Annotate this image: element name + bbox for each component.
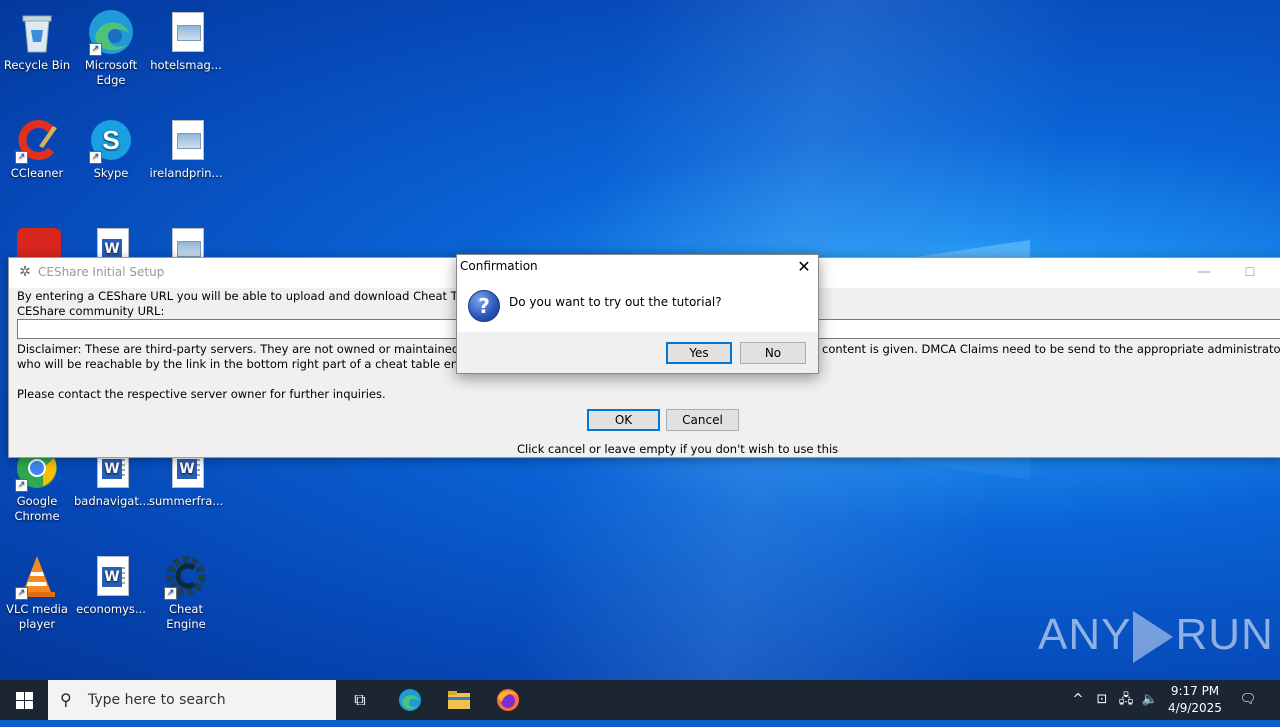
url-label: CEShare community URL: — [17, 304, 165, 318]
desktop-icon-label: CCleaner — [10, 166, 64, 180]
start-button[interactable] — [0, 680, 48, 720]
volume-icon[interactable]: 🔈 — [1140, 680, 1160, 720]
cheat-engine-icon: ✲ — [19, 264, 31, 280]
recycle-bin-icon — [13, 8, 61, 56]
image-file-icon — [162, 116, 210, 164]
edge-taskbar-icon[interactable] — [386, 680, 434, 720]
ok-button[interactable]: OK — [587, 409, 660, 431]
desktop-icon-label: Google Chrome — [14, 494, 60, 523]
shortcut-arrow-icon: ↗ — [15, 587, 28, 600]
taskbar-clock[interactable]: 9:17 PM 4/9/2025 — [1160, 683, 1230, 717]
show-hidden-icons-chevron-icon[interactable]: ^ — [1068, 680, 1088, 720]
question-icon: ? — [468, 290, 500, 322]
confirmation-dialog: Confirmation ✕ ? Do you want to try out … — [456, 254, 819, 374]
windows-logo-pane — [16, 701, 24, 709]
task-view-icon[interactable]: ⧉ — [336, 680, 384, 720]
vlc-icon: ↗ — [13, 552, 61, 600]
edge-icon: ↗ — [87, 8, 135, 56]
watermark-left: ANY — [1038, 610, 1132, 659]
ccleaner-icon: ↗ — [13, 116, 61, 164]
disclaimer-text-line2: who will be reachable by the link in the… — [17, 357, 475, 371]
contact-text: Please contact the respective server own… — [17, 387, 386, 401]
minimize-button[interactable]: — — [1189, 258, 1219, 286]
footer-text: Click cancel or leave empty if you don't… — [517, 442, 839, 456]
search-icon: ⚲ — [60, 690, 72, 709]
notification-center-icon[interactable]: 🗨 — [1234, 680, 1262, 720]
desktop-icon-label: hotelsmag... — [150, 58, 222, 72]
word-doc-icon: W — [87, 552, 135, 600]
dialog-content-area: Confirmation ✕ ? Do you want to try out … — [457, 255, 818, 332]
intro-text: By entering a CEShare URL you will be ab… — [17, 289, 506, 303]
firefox-icon[interactable] — [484, 680, 532, 720]
disclaimer-text-right: content is given. DMCA Claims need to be… — [822, 342, 1280, 356]
window-title: CEShare Initial Setup — [38, 265, 165, 279]
desktop-icon-label: Skype — [93, 166, 129, 180]
desktop-icon-ccleaner[interactable]: ↗ CCleaner — [0, 112, 74, 181]
desktop-icon-edge[interactable]: ↗ Microsoft Edge — [74, 4, 148, 88]
desktop-icon-skype[interactable]: S ↗ Skype — [74, 112, 148, 181]
cancel-button[interactable]: Cancel — [666, 409, 739, 431]
dialog-message: Do you want to try out the tutorial? — [509, 295, 722, 309]
dialog-title: Confirmation — [460, 259, 538, 273]
clock-date: 4/9/2025 — [1168, 701, 1222, 715]
desktop-icon-hotelsmag[interactable]: hotelsmag... — [149, 4, 223, 73]
search-placeholder: Type here to search — [88, 692, 226, 708]
cheat-engine-icon: ↗ — [162, 552, 210, 600]
desktop-icon-label: VLC media player — [6, 602, 68, 631]
shortcut-arrow-icon: ↗ — [15, 479, 28, 492]
svg-text:S: S — [102, 125, 119, 155]
desktop-icon-label: economys... — [76, 602, 146, 616]
windows-logo-pane — [25, 692, 33, 700]
desktop-icon-vlc[interactable]: ↗ VLC media player — [0, 548, 74, 632]
desktop-icon-recycle-bin[interactable]: Recycle Bin — [0, 4, 74, 73]
desktop-icon-cheat-engine[interactable]: ↗ Cheat Engine — [149, 548, 223, 632]
desktop-icon-label: Cheat Engine — [166, 602, 206, 631]
network-icon[interactable]: 🖧 — [1116, 680, 1136, 720]
taskbar-search-box[interactable]: ⚲ Type here to search — [48, 680, 336, 720]
desktop-icon-label: badnavigat... — [74, 494, 150, 508]
clock-time: 9:17 PM — [1170, 684, 1220, 698]
maximize-button[interactable]: ☐ — [1235, 258, 1265, 286]
desktop-icon-label: summerfra... — [149, 494, 224, 508]
no-button[interactable]: No — [740, 342, 806, 364]
meet-now-icon[interactable]: ⊡ — [1092, 680, 1112, 720]
close-button[interactable]: ✕ — [791, 255, 817, 279]
windows-logo-icon — [16, 692, 24, 700]
file-explorer-icon[interactable] — [435, 680, 483, 720]
desktop-icon-economys[interactable]: W economys... — [74, 548, 148, 617]
anyrun-watermark: ANY RUN — [1038, 610, 1274, 664]
desktop-icon-irelandprin[interactable]: irelandprin... — [149, 112, 223, 181]
skype-icon: S ↗ — [87, 116, 135, 164]
shortcut-arrow-icon: ↗ — [164, 587, 177, 600]
taskbar: ⚲ Type here to search ⧉ ^ ⊡ 🖧 🔈 9:17 PM … — [0, 680, 1280, 720]
image-file-icon — [162, 8, 210, 56]
desktop-icon-label: Recycle Bin — [3, 58, 71, 72]
yes-button[interactable]: Yes — [666, 342, 732, 364]
desktop-icon-label: Microsoft Edge — [84, 58, 138, 87]
shortcut-arrow-icon: ↗ — [89, 43, 102, 56]
play-icon — [1133, 611, 1174, 664]
disclaimer-text-left: Disclaimer: These are third-party server… — [17, 342, 512, 356]
windows-logo-pane — [25, 701, 33, 709]
shortcut-arrow-icon: ↗ — [89, 151, 102, 164]
watermark-right: RUN — [1175, 610, 1274, 659]
shortcut-arrow-icon: ↗ — [15, 151, 28, 164]
desktop-icon-label: irelandprin... — [149, 166, 223, 180]
